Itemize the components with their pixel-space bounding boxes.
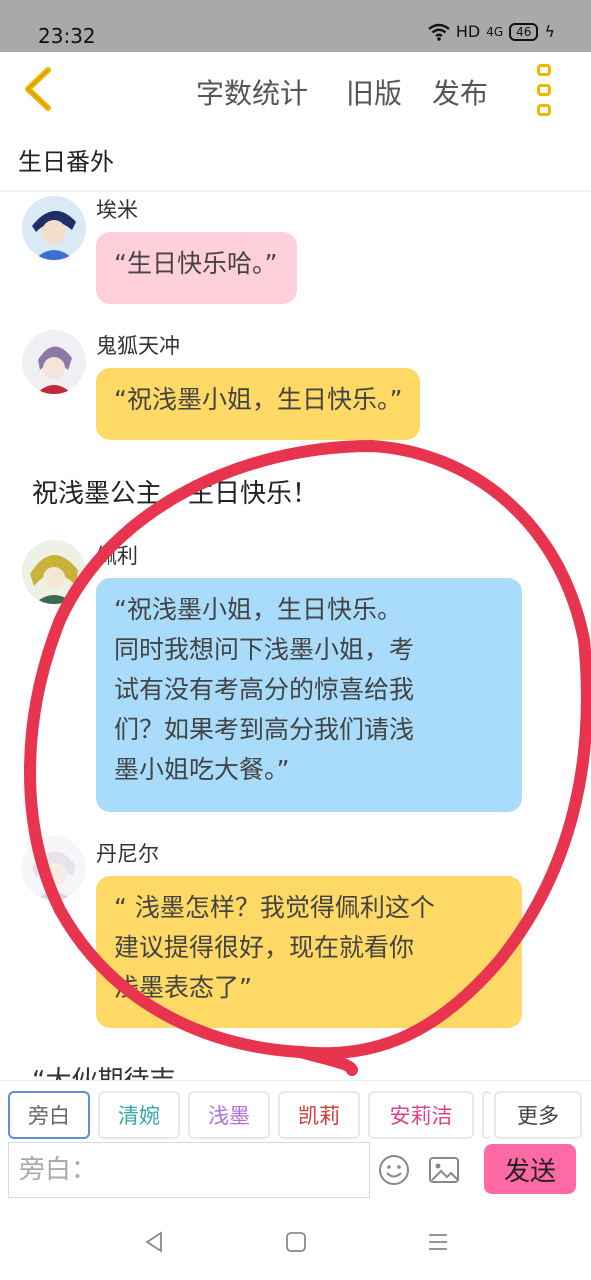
character-label: 凯莉 bbox=[298, 1104, 340, 1128]
composer: 发送 bbox=[0, 1140, 591, 1202]
character-bar: 旁白 清婉 浅墨 凯莉 安莉洁 更多 bbox=[0, 1080, 591, 1144]
character-more-button[interactable]: 更多 bbox=[494, 1091, 582, 1139]
nav-back-icon[interactable] bbox=[142, 1230, 166, 1254]
character-kaili[interactable]: 凯莉 bbox=[278, 1091, 360, 1139]
character-label: 安莉洁 bbox=[389, 1104, 453, 1128]
image-icon[interactable] bbox=[428, 1156, 460, 1184]
emoji-icon[interactable] bbox=[378, 1154, 410, 1186]
nav-home-icon[interactable] bbox=[284, 1230, 308, 1254]
character-qingwan[interactable]: 清婉 bbox=[98, 1091, 180, 1139]
message-input[interactable] bbox=[8, 1142, 370, 1198]
character-label: 更多 bbox=[517, 1104, 559, 1128]
character-qianmo[interactable]: 浅墨 bbox=[188, 1091, 270, 1139]
character-label: 旁白 bbox=[28, 1104, 70, 1128]
character-label: 清婉 bbox=[118, 1104, 160, 1128]
character-narrator[interactable]: 旁白 bbox=[8, 1091, 90, 1139]
system-nav-bar bbox=[0, 1202, 591, 1280]
character-hidden[interactable] bbox=[482, 1091, 492, 1139]
character-anlijie[interactable]: 安莉洁 bbox=[368, 1091, 474, 1139]
nav-menu-icon[interactable] bbox=[426, 1230, 450, 1254]
character-label: 浅墨 bbox=[208, 1104, 250, 1128]
send-button[interactable]: 发送 bbox=[484, 1144, 576, 1194]
